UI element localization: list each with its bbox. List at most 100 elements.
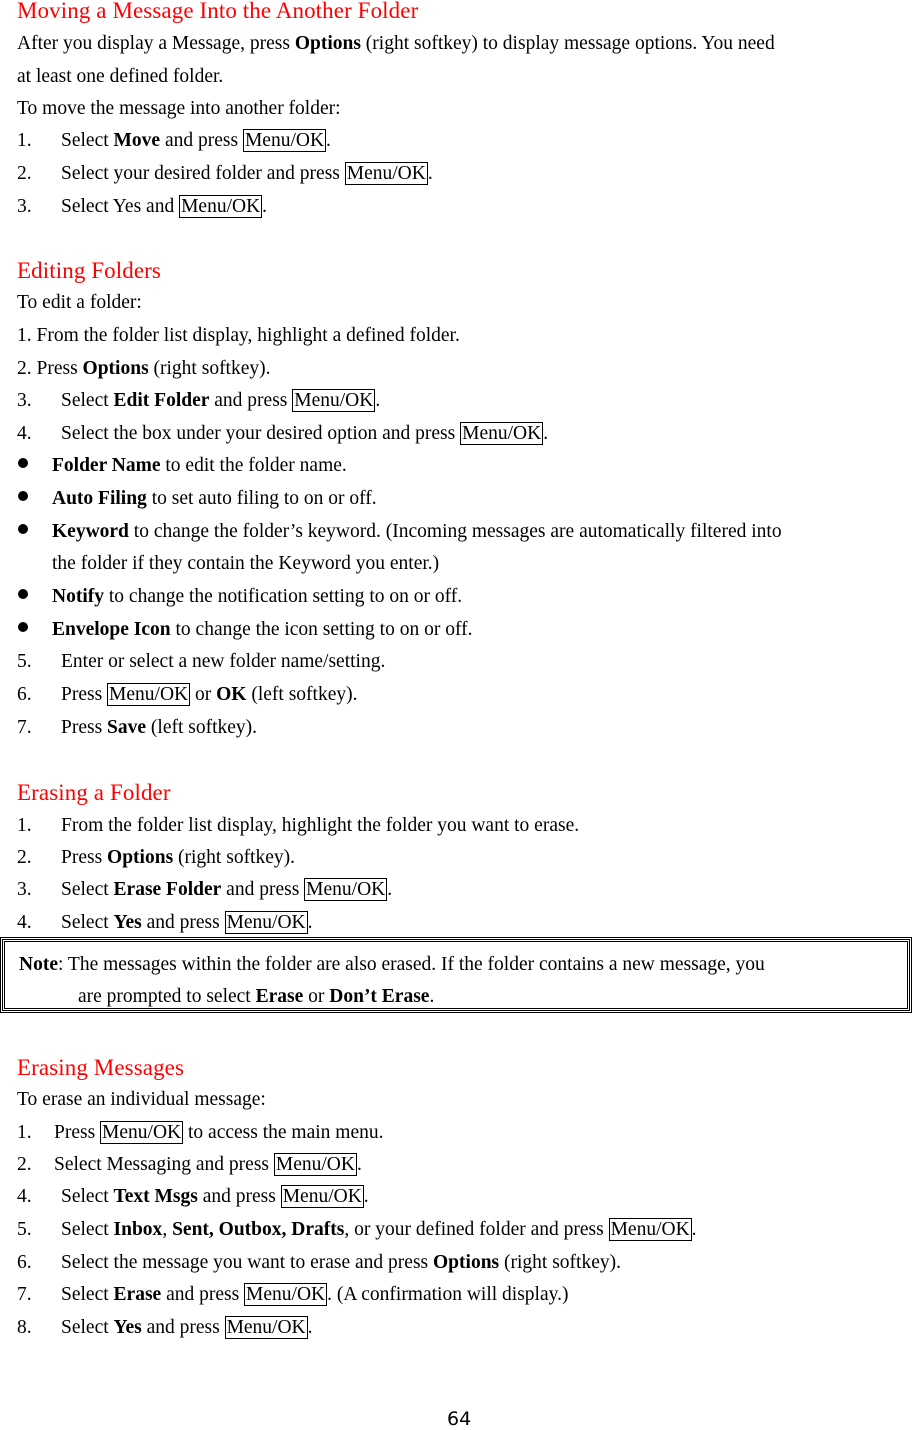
bullet-continuation: the folder if they contain the Keyword y… [52,553,440,574]
list-item: 4. Select Text Msgs and press Menu/OK. [17,1185,369,1208]
list-item: 1. Select Move and press Menu/OK. [17,129,331,152]
text: Select [61,130,114,151]
bold-term: Options [433,1252,500,1273]
text: . [363,1186,369,1207]
bullet-icon [18,622,28,632]
heading-moving-message: Moving a Message Into the Another Folder [17,0,419,23]
bold-term: Inbox [113,1219,163,1240]
list-item: 6. Select the message you want to erase a… [17,1252,621,1274]
text: and press [197,1186,281,1207]
key-label: Menu/OK [224,1316,308,1339]
list-item: 3. Select Edit Folder and press Menu/OK. [17,389,381,412]
list-item: 8. Select Yes and press Menu/OK. [17,1316,313,1339]
key-label: Menu/OK [460,422,544,445]
text: Select [61,912,114,933]
bullet-item: Envelope Icon to change the icon setting… [16,619,472,641]
bold-term: Erase [113,1284,162,1305]
paragraph: To move the message into another folder: [17,98,341,119]
step-number: 3. [17,879,32,900]
text: After you display a Message, press [17,33,295,54]
list-item: 2. Press Options (right softkey). [17,847,295,869]
note-label: Note [19,954,58,975]
text: . [543,423,549,444]
note-box: Note: The messages within the folder are… [0,937,912,1013]
text: are prompted to select [78,986,256,1007]
text: (right softkey). [173,847,296,868]
text: Select [61,1317,114,1338]
bold-term: Edit Folder [113,390,210,411]
step-number: 5. [17,651,32,672]
text: Select the box under your desired option… [61,423,461,444]
bold-term: Envelope Icon [52,619,171,640]
step-number: 3. [17,390,32,411]
text: to change the icon setting to on or off. [170,619,473,640]
bold-term: Notify [52,586,104,607]
text: Select [61,879,114,900]
list-item: 4. Select Yes and press Menu/OK. [17,911,313,934]
step-number: 1. [17,130,32,151]
key-label: Menu/OK [244,1283,328,1306]
step-number: 2. [17,163,32,184]
text: Select [61,1186,114,1207]
bullet-icon [18,491,28,501]
list-item: 6. Press Menu/OK or OK (left softkey). [17,683,358,706]
page-number: 64 [447,1408,472,1430]
list-item: 2. Press Options (right softkey). [17,358,271,380]
text: : The messages within the folder are als… [57,954,765,975]
text: to set auto filing to on or off. [146,488,377,509]
step-number: 2. [17,1154,32,1175]
text: 2. Press [17,358,83,379]
text: . [375,390,381,411]
text: and press [221,879,305,900]
list-item: 1. From the folder list display, highlig… [17,325,460,346]
text: Select [61,1219,114,1240]
text: Press [61,684,108,705]
note-line-2: are prompted to select Erase or Don’t Er… [78,986,434,1008]
key-label: Menu/OK [292,389,376,412]
text: Select [61,390,114,411]
text: or [190,684,217,705]
text: and press [161,1284,245,1305]
text: to change the folder’s keyword. (Incomin… [128,521,782,542]
text: to change the notification setting to on… [104,586,463,607]
step-number: 6. [17,684,32,705]
step-number: 4. [17,423,32,444]
text: Select Messaging and press [54,1154,274,1175]
text: Select your desired folder and press [61,163,345,184]
bold-term: Yes [113,1317,142,1338]
bullet-icon [18,524,28,534]
bold-term: Options [107,847,174,868]
step-number: 2. [17,847,32,868]
text: . [307,912,313,933]
step-number: 6. [17,1252,32,1273]
text: . (A confirmation will display.) [327,1284,569,1305]
heading-erasing-messages: Erasing Messages [17,1055,185,1080]
bold-term: Options [294,33,361,54]
text: Select the message you want to erase and… [61,1252,434,1273]
list-item: 1. Press Menu/OK to access the main menu. [17,1121,383,1144]
list-item: 1. From the folder list display, highligh… [17,815,579,837]
text: (right softkey) to display message optio… [360,33,775,54]
text: to edit the folder name. [160,455,347,476]
text: and press [209,390,293,411]
text: From the folder list display, highlight … [61,815,580,836]
text: Press [54,1122,101,1143]
key-label: Menu/OK [280,1185,364,1208]
list-item: 2. Select your desired folder and press M… [17,162,433,185]
text: Press [61,847,108,868]
text: and press [141,1317,225,1338]
key-label: Menu/OK [344,162,428,185]
key-label: Menu/OK [608,1218,692,1241]
text: (right softkey). [148,358,271,379]
key-label: Menu/OK [242,129,327,152]
list-item: 5. Enter or select a new folder name/sett… [17,651,385,673]
key-label: Menu/OK [224,911,308,934]
text: (right softkey). [499,1252,621,1273]
bold-term: Text Msgs [113,1186,198,1207]
text: (left softkey). [246,684,358,705]
bold-term: Yes [113,912,142,933]
text: Enter or select a new folder name/settin… [61,651,386,672]
bullet-icon [18,589,28,599]
text: . [262,196,268,217]
list-item: 3. Select Erase Folder and press Menu/OK. [17,878,392,901]
